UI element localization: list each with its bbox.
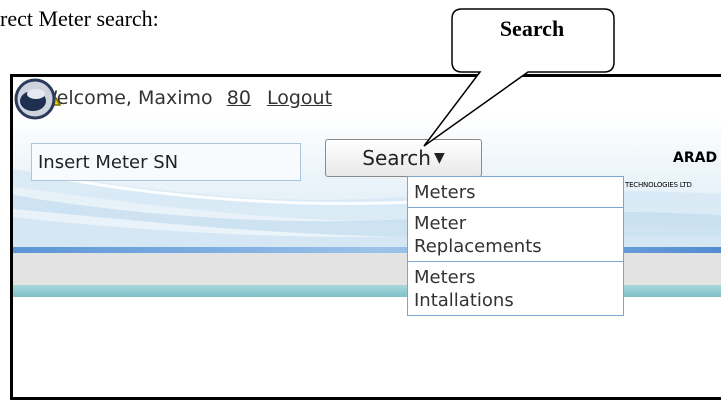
callout-label: Search — [499, 16, 565, 41]
callout-bubble — [423, 8, 615, 147]
